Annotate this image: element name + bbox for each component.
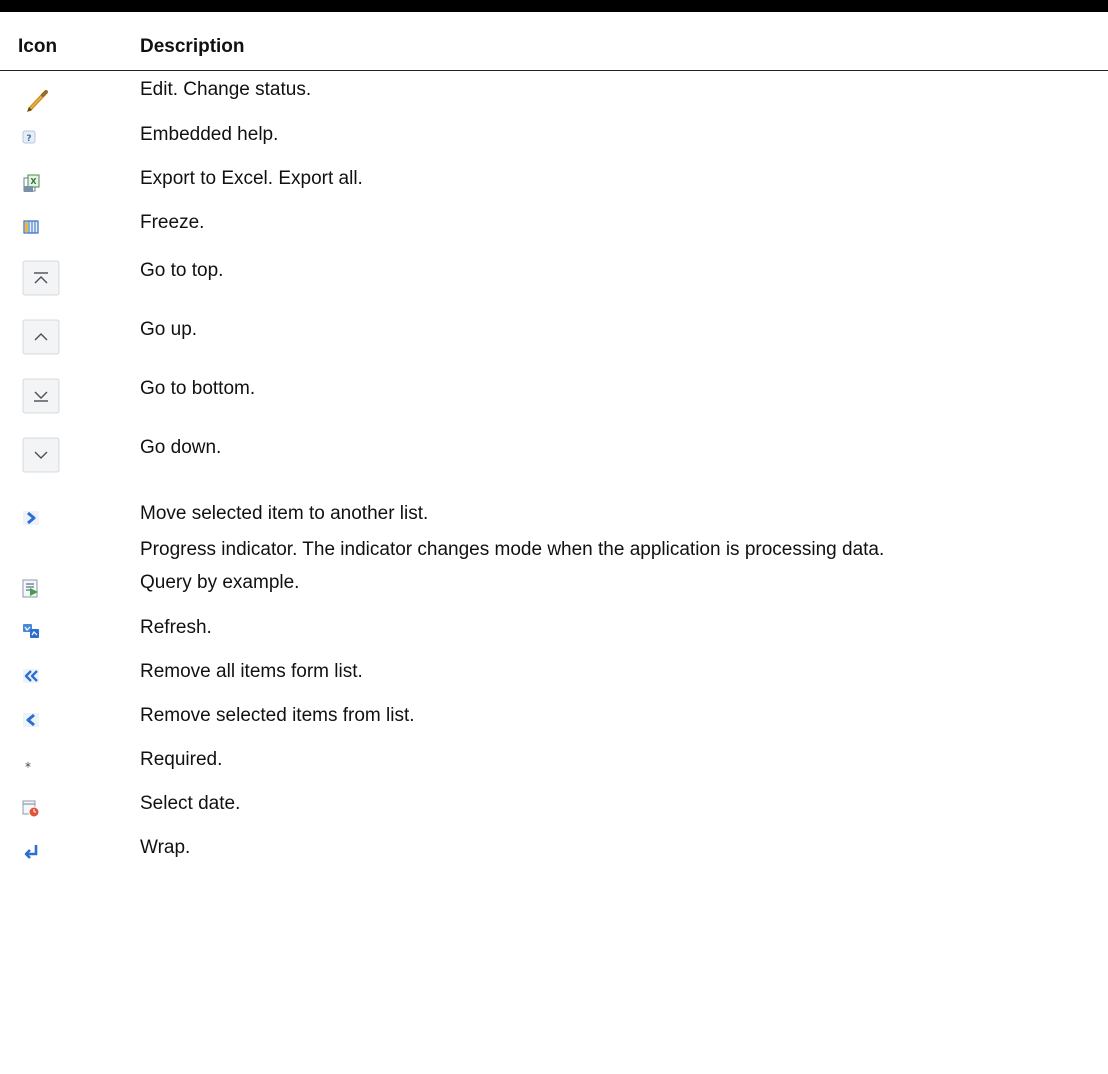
row-description: Remove all items form list. xyxy=(140,661,363,682)
table-row: X Export to Excel. Export all. xyxy=(0,160,1108,204)
row-description: Remove selected items from list. xyxy=(140,705,415,726)
top-rule xyxy=(0,0,1108,12)
table-row: Edit. Change status. xyxy=(0,71,1108,115)
wrap-icon xyxy=(24,845,38,859)
go-to-top-icon xyxy=(22,260,60,296)
table-row: ? Embedded help. xyxy=(0,116,1108,160)
table-row: Go up. xyxy=(0,307,1108,355)
table-row: Go to top. xyxy=(0,248,1108,296)
row-description: Go up. xyxy=(140,319,198,340)
row-description: Freeze. xyxy=(140,212,205,233)
go-to-bottom-icon xyxy=(22,378,60,414)
table-row: Freeze. xyxy=(0,204,1108,248)
row-description: Progress indicator. The indicator change… xyxy=(140,539,885,560)
svg-text:*: * xyxy=(25,760,31,774)
table-row: Remove selected items from list. xyxy=(0,697,1108,741)
row-description: Embedded help. xyxy=(140,124,279,145)
row-description: Go down. xyxy=(140,437,222,458)
table-row: Refresh. xyxy=(0,609,1108,653)
table-row: Wrap. xyxy=(0,829,1108,873)
go-up-icon xyxy=(22,319,60,355)
row-description: Wrap. xyxy=(140,837,191,858)
row-description: Select date. xyxy=(140,793,241,814)
row-description: Export to Excel. Export all. xyxy=(140,168,363,189)
row-description: Query by example. xyxy=(140,572,300,593)
row-description: Required. xyxy=(140,749,223,770)
table-header: Icon Description xyxy=(0,12,1108,71)
svg-text:?: ? xyxy=(26,134,31,144)
row-description: Edit. Change status. xyxy=(140,79,312,100)
row-description: Move selected item to another list. xyxy=(140,503,429,524)
header-description: Description xyxy=(140,36,245,57)
row-description: Go to bottom. xyxy=(140,378,256,399)
header-icon: Icon xyxy=(18,36,58,57)
table-row: * Required. xyxy=(0,741,1108,785)
row-description: Go to top. xyxy=(140,260,224,281)
go-down-icon xyxy=(22,437,60,473)
table-row: Go to bottom. xyxy=(0,366,1108,414)
table-row: Remove all items form list. xyxy=(0,653,1108,697)
svg-text:X: X xyxy=(30,177,37,186)
table-row: Query by example. xyxy=(0,564,1108,608)
row-description: Refresh. xyxy=(140,617,212,638)
table-row: Select date. xyxy=(0,785,1108,829)
table-row: Go down. xyxy=(0,425,1108,473)
